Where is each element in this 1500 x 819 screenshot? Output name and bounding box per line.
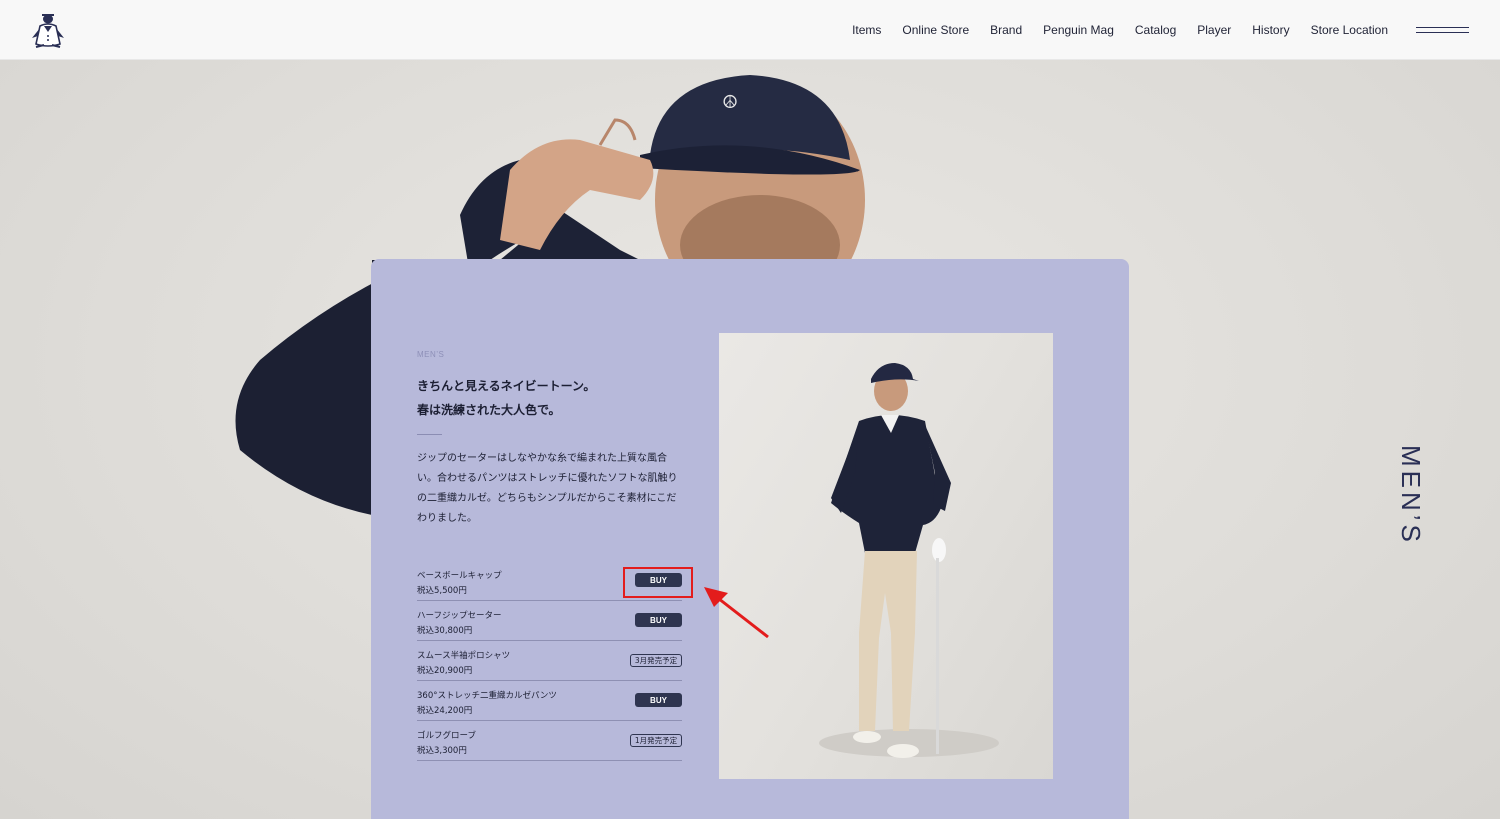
feature-card: MEN’S きちんと見えるネイビートーン。 春は洗練された大人色で。 ジップのセ… — [371, 259, 1129, 819]
nav-items[interactable]: Items — [852, 23, 881, 37]
product-price: 税込5,500円 — [417, 586, 467, 596]
card-category: MEN’S — [417, 350, 445, 359]
side-section-label: MEN’S — [1396, 445, 1426, 546]
nav-catalog[interactable]: Catalog — [1135, 23, 1176, 37]
release-badge: 1月発売予定 — [630, 734, 682, 747]
annotation-arrow-icon — [704, 587, 769, 639]
description-line: の二重織カルゼ。どちらもシンプルだからこそ素材にこだ — [417, 493, 677, 504]
product-row: ハーフジップセーター 税込30,800円 BUY — [417, 601, 682, 641]
nav-store-location[interactable]: Store Location — [1311, 23, 1388, 37]
highlight-box — [623, 567, 693, 598]
product-row: 360°ストレッチ二重織カルゼパンツ 税込24,200円 BUY — [417, 681, 682, 721]
product-photo — [719, 333, 1053, 779]
product-price: 税込20,900円 — [417, 666, 473, 676]
card-headline: きちんと見えるネイビートーン。 春は洗練された大人色で。 — [417, 374, 687, 422]
svg-text:☮: ☮ — [722, 92, 738, 113]
product-price: 税込3,300円 — [417, 746, 467, 756]
model-full-body-illustration — [819, 363, 999, 758]
product-name: スムース半袖ポロシャツ — [417, 651, 511, 661]
buy-button[interactable]: BUY — [635, 693, 682, 707]
hamburger-menu-icon[interactable] — [1416, 24, 1469, 36]
product-name: ハーフジップセーター — [417, 611, 502, 621]
headline-line: 春は洗練された大人色で。 — [417, 403, 561, 417]
card-description: ジップのセーターはしなやかな糸で編まれた上質な風合 い。合わせるパンツはストレッ… — [417, 449, 687, 529]
nav-penguin-mag[interactable]: Penguin Mag — [1043, 23, 1114, 37]
description-line: い。合わせるパンツはストレッチに優れたソフトな肌触り — [417, 473, 678, 484]
description-line: わりました。 — [417, 513, 477, 524]
penguin-logo-icon[interactable] — [28, 10, 72, 52]
product-price: 税込30,800円 — [417, 626, 473, 636]
product-name: ベースボールキャップ — [417, 571, 502, 581]
main-nav: Items Online Store Brand Penguin Mag Cat… — [831, 0, 1388, 60]
nav-brand[interactable]: Brand — [990, 23, 1022, 37]
product-name: ゴルフグローブ — [417, 731, 476, 741]
product-row: スムース半袖ポロシャツ 税込20,900円 3月発売予定 — [417, 641, 682, 681]
nav-online-store[interactable]: Online Store — [902, 23, 969, 37]
product-price: 税込24,200円 — [417, 706, 473, 716]
site-header: Items Online Store Brand Penguin Mag Cat… — [0, 0, 1500, 60]
divider — [417, 434, 442, 435]
buy-button[interactable]: BUY — [635, 613, 682, 627]
nav-player[interactable]: Player — [1197, 23, 1231, 37]
nav-history[interactable]: History — [1252, 23, 1289, 37]
release-badge: 3月発売予定 — [630, 654, 682, 667]
headline-line: きちんと見えるネイビートーン。 — [417, 379, 596, 393]
product-row: ゴルフグローブ 税込3,300円 1月発売予定 — [417, 721, 682, 761]
description-line: ジップのセーターはしなやかな糸で編まれた上質な風合 — [417, 453, 667, 464]
product-name: 360°ストレッチ二重織カルゼパンツ — [417, 691, 557, 701]
